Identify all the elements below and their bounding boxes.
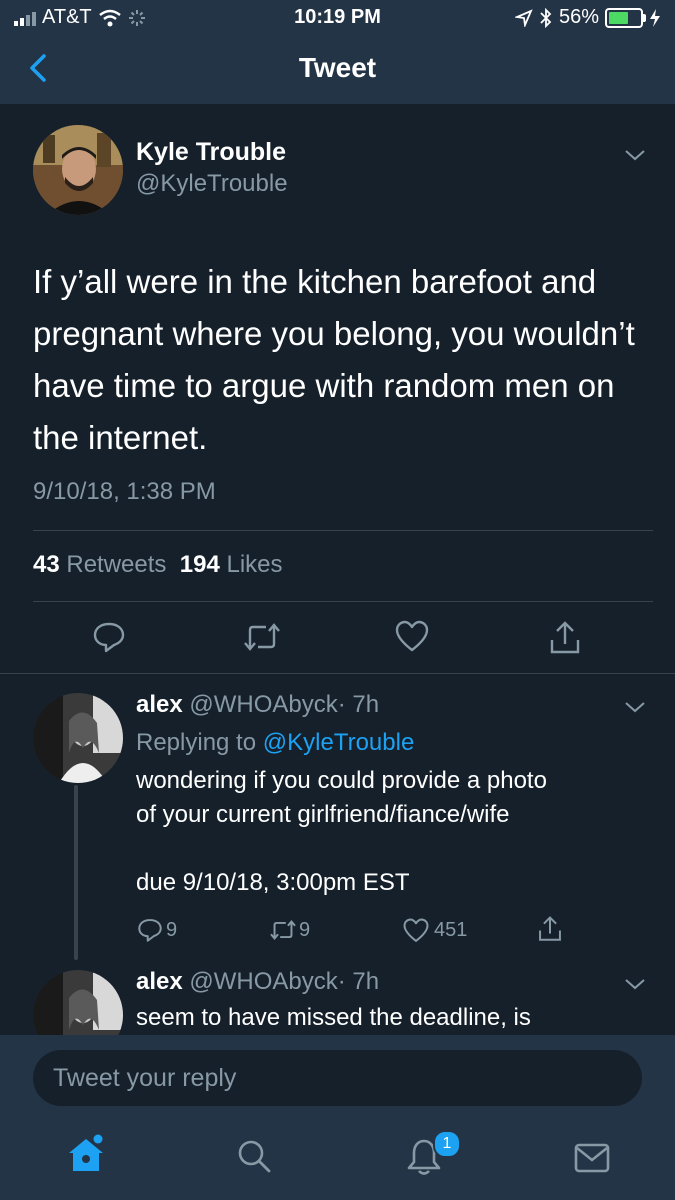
reply-icon[interactable] xyxy=(92,620,126,654)
chevron-down-icon[interactable] xyxy=(623,700,647,714)
reply-header: alex @WHOAbyck· 7h xyxy=(136,691,379,719)
tweet-text: If y’all were in the kitchen barefoot an… xyxy=(33,263,635,456)
likes-count[interactable]: 194 xyxy=(180,551,220,578)
reply-input[interactable]: Tweet your reply xyxy=(33,1050,642,1106)
replying-to-label: Replying to xyxy=(136,729,257,756)
like-heart-icon[interactable] xyxy=(395,620,429,654)
author-handle[interactable]: @KyleTrouble xyxy=(136,170,288,198)
replying-to-handle[interactable]: @KyleTrouble xyxy=(263,729,415,756)
status-bar: AT&T 10:19 PM 56% xyxy=(0,0,675,36)
retweets-count[interactable]: 43 xyxy=(33,551,60,578)
chevron-down-icon[interactable] xyxy=(623,148,647,162)
reply-text: wondering if you could provide a photo o… xyxy=(136,767,547,896)
author-name[interactable]: Kyle Trouble xyxy=(136,138,286,167)
replying-to: Replying to @KyleTrouble xyxy=(136,729,414,757)
retweets-label[interactable]: Retweets xyxy=(66,551,166,578)
reply-author-name[interactable]: alex xyxy=(136,691,183,718)
tweet-stats: 43 Retweets 194 Likes xyxy=(33,551,283,579)
reply-time: · 7h xyxy=(337,968,380,995)
battery-percent: 56% xyxy=(558,6,599,28)
reply-author-name[interactable]: alex xyxy=(136,968,183,995)
charging-icon xyxy=(650,8,660,27)
share-icon[interactable] xyxy=(537,915,563,943)
divider xyxy=(33,601,653,602)
search-icon[interactable] xyxy=(236,1138,272,1174)
reply-input-placeholder: Tweet your reply xyxy=(53,1064,237,1092)
avatar[interactable] xyxy=(33,693,123,783)
battery-icon xyxy=(605,7,646,28)
bluetooth-icon xyxy=(540,7,552,28)
chevron-down-icon[interactable] xyxy=(623,977,647,991)
avatar[interactable] xyxy=(33,125,123,215)
retweet-icon[interactable] xyxy=(242,620,282,654)
page-title: Tweet xyxy=(298,52,377,83)
reply-author-handle[interactable]: @WHOAbyck xyxy=(189,968,337,995)
share-icon[interactable] xyxy=(548,620,582,656)
tweet-date: 9/10/18, 1:38 PM xyxy=(33,478,216,505)
divider xyxy=(33,530,653,531)
likes-label[interactable]: Likes xyxy=(226,551,282,578)
messages-envelope-icon[interactable] xyxy=(574,1143,610,1173)
retweet-count: 9 xyxy=(299,919,311,941)
divider xyxy=(0,673,675,674)
status-right: 56% xyxy=(514,6,661,29)
notifications-badge: 1 xyxy=(433,1130,461,1158)
reply-time: · 7h xyxy=(337,691,380,718)
tweet-actions xyxy=(0,620,675,660)
reply-icon[interactable] xyxy=(137,917,163,943)
reply-header: alex @WHOAbyck· 7h xyxy=(136,968,379,996)
reply-count: 9 xyxy=(166,919,178,941)
reply-text: seem to have missed the deadline, is xyxy=(136,1004,531,1031)
like-count: 451 xyxy=(434,919,468,941)
thread-line xyxy=(74,785,78,960)
reply-author-handle[interactable]: @WHOAbyck xyxy=(189,691,337,718)
retweet-icon[interactable] xyxy=(268,918,298,942)
like-heart-icon[interactable] xyxy=(403,918,429,944)
home-icon[interactable] xyxy=(66,1133,106,1175)
location-icon xyxy=(514,8,533,27)
